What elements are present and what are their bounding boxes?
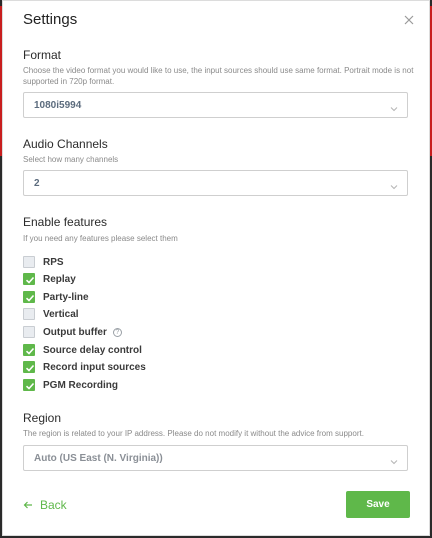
format-select[interactable]: 1080i5994 (23, 92, 408, 118)
audio-select-value: 2 (34, 178, 40, 189)
feature-label: Record input sources (43, 361, 146, 373)
back-button-label: Back (40, 498, 67, 512)
save-button[interactable]: Save (346, 491, 410, 518)
chevron-down-icon (389, 454, 399, 465)
check-icon (25, 382, 35, 390)
audio-hint: Select how many channels (23, 155, 119, 164)
region-select[interactable]: Auto (US East (N. Virginia)) (23, 445, 408, 471)
back-button[interactable]: Back (23, 498, 67, 512)
feature-label: Output buffer (43, 326, 107, 338)
checkbox-checked[interactable] (23, 344, 35, 356)
feature-source-delay-control[interactable]: Source delay control (23, 343, 142, 357)
checkbox-checked[interactable] (23, 273, 35, 285)
format-hint: Choose the video format you would like t… (23, 66, 414, 86)
checkbox-checked[interactable] (23, 291, 35, 303)
arrow-left-icon (23, 501, 32, 509)
region-select-value: Auto (US East (N. Virginia)) (34, 453, 163, 464)
feature-record-input-sources[interactable]: Record input sources (23, 360, 146, 374)
format-select-value: 1080i5994 (34, 100, 82, 111)
feature-vertical[interactable]: Vertical (23, 307, 79, 321)
feature-replay[interactable]: Replay (23, 272, 76, 286)
feature-rps[interactable]: RPS (23, 255, 64, 269)
feature-output-buffer[interactable]: Output buffer ? (23, 325, 122, 339)
settings-dialog: Settings Format Choose the video format … (2, 0, 430, 536)
chevron-down-icon (389, 101, 399, 112)
format-title: Format (23, 48, 62, 62)
audio-channels-select[interactable]: 2 (23, 170, 408, 196)
help-icon[interactable]: ? (112, 327, 122, 337)
region-hint: The region is related to your IP address… (23, 429, 364, 438)
close-icon[interactable] (402, 13, 416, 27)
check-icon (25, 347, 35, 355)
feature-label: RPS (43, 256, 64, 268)
dialog-title: Settings (23, 11, 78, 28)
chevron-down-icon (389, 179, 399, 190)
feature-label: Replay (43, 273, 76, 285)
check-icon (25, 364, 35, 372)
feature-label: PGM Recording (43, 379, 119, 391)
feature-label: Source delay control (43, 344, 142, 356)
checkbox[interactable] (23, 326, 35, 338)
checkbox-checked[interactable] (23, 361, 35, 373)
feature-party-line[interactable]: Party-line (23, 290, 89, 304)
features-hint: If you need any features please select t… (23, 234, 178, 243)
feature-pgm-recording[interactable]: PGM Recording (23, 378, 118, 392)
feature-label: Party-line (43, 291, 89, 303)
checkbox[interactable] (23, 256, 35, 268)
features-title: Enable features (23, 215, 108, 229)
feature-label: Vertical (43, 308, 79, 320)
audio-title: Audio Channels (23, 137, 108, 151)
check-icon (25, 294, 35, 302)
region-title: Region (23, 411, 62, 425)
checkbox-checked[interactable] (23, 379, 35, 391)
checkbox[interactable] (23, 308, 35, 320)
check-icon (25, 276, 35, 284)
